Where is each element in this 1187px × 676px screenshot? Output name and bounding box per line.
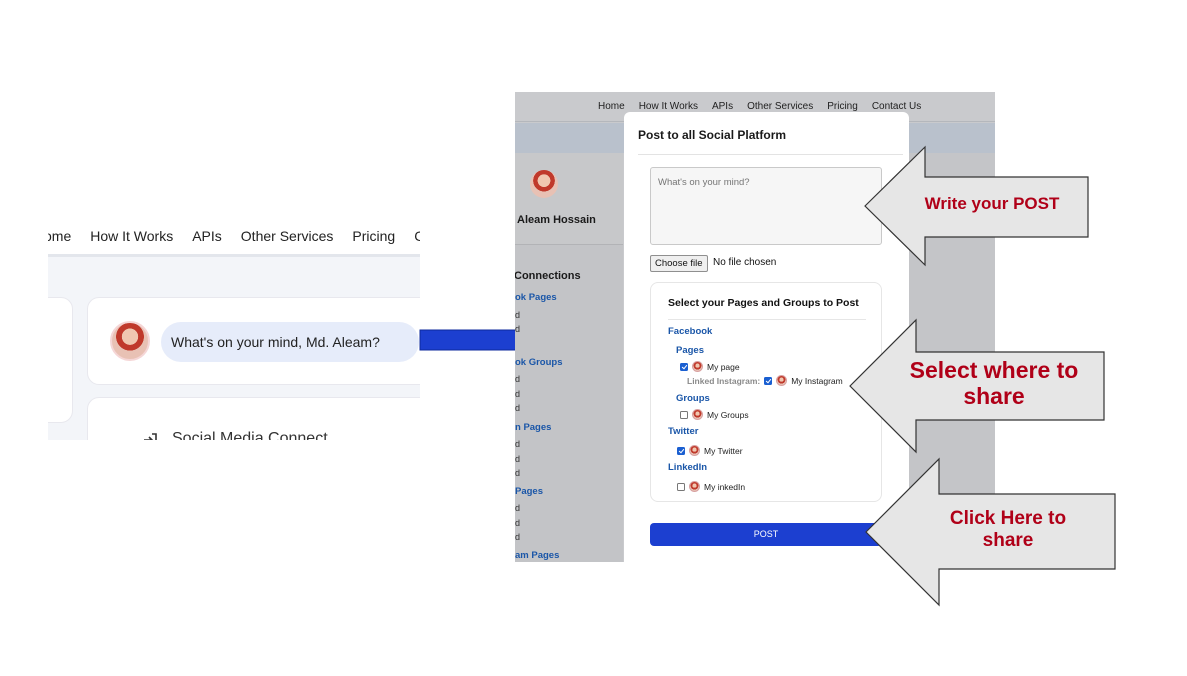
post-button[interactable]: POST xyxy=(650,523,882,546)
select-callout: Select where to share xyxy=(909,357,1079,410)
option-label: My Groups xyxy=(707,409,749,420)
left-top-nav: ome How It Works APIs Other Services Pri… xyxy=(48,218,420,254)
option-linked-instagram[interactable]: Linked Instagram: My Instagram xyxy=(687,375,843,386)
my-instagram-checkbox[interactable] xyxy=(764,376,773,385)
sidebar-entry[interactable]: d xyxy=(515,518,520,528)
left-feed-area: What's on your mind, Md. Aleam? Social M… xyxy=(48,254,420,440)
groups-heading: Groups xyxy=(676,393,710,404)
nav-other-services-link[interactable]: Other Services xyxy=(747,101,813,112)
pages-heading: Pages xyxy=(676,345,704,356)
choose-file-button[interactable]: Choose file xyxy=(650,255,708,272)
nav-contact-link[interactable]: C xyxy=(414,228,420,244)
my-twitter-checkbox[interactable] xyxy=(677,446,685,455)
option-label: My Twitter xyxy=(704,445,743,456)
login-icon xyxy=(144,433,157,440)
sidebar-item-linkedin-pages[interactable]: n Pages xyxy=(515,422,551,433)
sidebar-entry[interactable]: d xyxy=(515,374,520,384)
sidebar-entry[interactable]: d xyxy=(515,389,520,399)
sidebar-item-pages[interactable]: Pages xyxy=(515,486,543,497)
sidebar-entry[interactable]: d xyxy=(515,503,520,513)
sidebar-entry[interactable]: d xyxy=(515,532,520,542)
social-connect-title: Social Media Connect xyxy=(172,430,328,440)
avatar xyxy=(689,481,700,492)
profile-name: Aleam Hossain xyxy=(517,214,596,226)
click-callout: Click Here to share xyxy=(949,508,1067,551)
option-my-twitter[interactable]: My Twitter xyxy=(677,445,743,456)
post-prompt-button[interactable]: What's on your mind, Md. Aleam? xyxy=(161,322,419,362)
nav-pricing-link[interactable]: Pricing xyxy=(827,101,858,112)
avatar xyxy=(692,409,703,420)
linked-instagram-label: Linked Instagram: xyxy=(687,375,761,386)
sidebar-entry[interactable]: d xyxy=(515,454,520,464)
create-post-card: What's on your mind, Md. Aleam? xyxy=(87,297,420,385)
sidebar-entry[interactable]: d xyxy=(515,439,520,449)
nav-how-it-works-link[interactable]: How It Works xyxy=(90,228,173,244)
nav-pricing-link[interactable]: Pricing xyxy=(352,228,395,244)
divider xyxy=(668,319,866,320)
avatar xyxy=(530,170,558,198)
left-screenshot: ome How It Works APIs Other Services Pri… xyxy=(48,218,420,440)
sidebar-item-facebook-groups[interactable]: ok Groups xyxy=(515,357,563,368)
select-title: Select your Pages and Groups to Post xyxy=(668,297,859,309)
left-side-card xyxy=(48,297,73,423)
my-groups-checkbox[interactable] xyxy=(680,410,688,419)
option-label: My Instagram xyxy=(791,375,843,386)
nav-apis-link[interactable]: APIs xyxy=(712,101,733,112)
nav-how-it-works-link[interactable]: How It Works xyxy=(639,101,698,112)
nav-home-link[interactable]: Home xyxy=(598,101,625,112)
avatar xyxy=(110,321,150,361)
social-connect-card: Social Media Connect xyxy=(87,397,420,440)
sidebar-entry[interactable]: d xyxy=(515,403,520,413)
file-status: No file chosen xyxy=(713,257,777,268)
avatar xyxy=(689,445,700,456)
option-my-linkedin[interactable]: My inkedIn xyxy=(677,481,745,492)
nav-home-link[interactable]: ome xyxy=(48,228,71,244)
facebook-heading: Facebook xyxy=(668,326,713,337)
nav-contact-link[interactable]: Contact Us xyxy=(872,101,921,112)
twitter-heading: Twitter xyxy=(668,426,699,437)
sidebar-entry[interactable]: d xyxy=(515,468,520,478)
option-my-groups[interactable]: My Groups xyxy=(680,409,749,420)
sidebar-item-facebook-pages[interactable]: ok Pages xyxy=(515,292,557,303)
post-textarea[interactable] xyxy=(650,167,882,245)
sidebar-entry[interactable]: d xyxy=(515,310,520,320)
option-label: My page xyxy=(707,361,740,372)
my-page-checkbox[interactable] xyxy=(680,362,688,371)
nav-other-services-link[interactable]: Other Services xyxy=(241,228,334,244)
avatar xyxy=(776,375,788,386)
profile-card xyxy=(515,153,623,245)
sidebar-item-instagram-pages[interactable]: am Pages xyxy=(515,550,559,561)
linkedin-heading: LinkedIn xyxy=(668,462,708,473)
option-label: My inkedIn xyxy=(704,481,746,492)
write-post-callout: Write your POST xyxy=(924,194,1060,213)
nav-apis-link[interactable]: APIs xyxy=(192,228,222,244)
connections-heading: Connections xyxy=(515,270,581,282)
modal-title: Post to all Social Platform xyxy=(638,128,787,142)
sidebar-entry[interactable]: d xyxy=(515,324,520,334)
option-my-page[interactable]: My page xyxy=(680,361,740,372)
my-linkedin-checkbox[interactable] xyxy=(677,482,685,491)
avatar xyxy=(692,361,703,372)
